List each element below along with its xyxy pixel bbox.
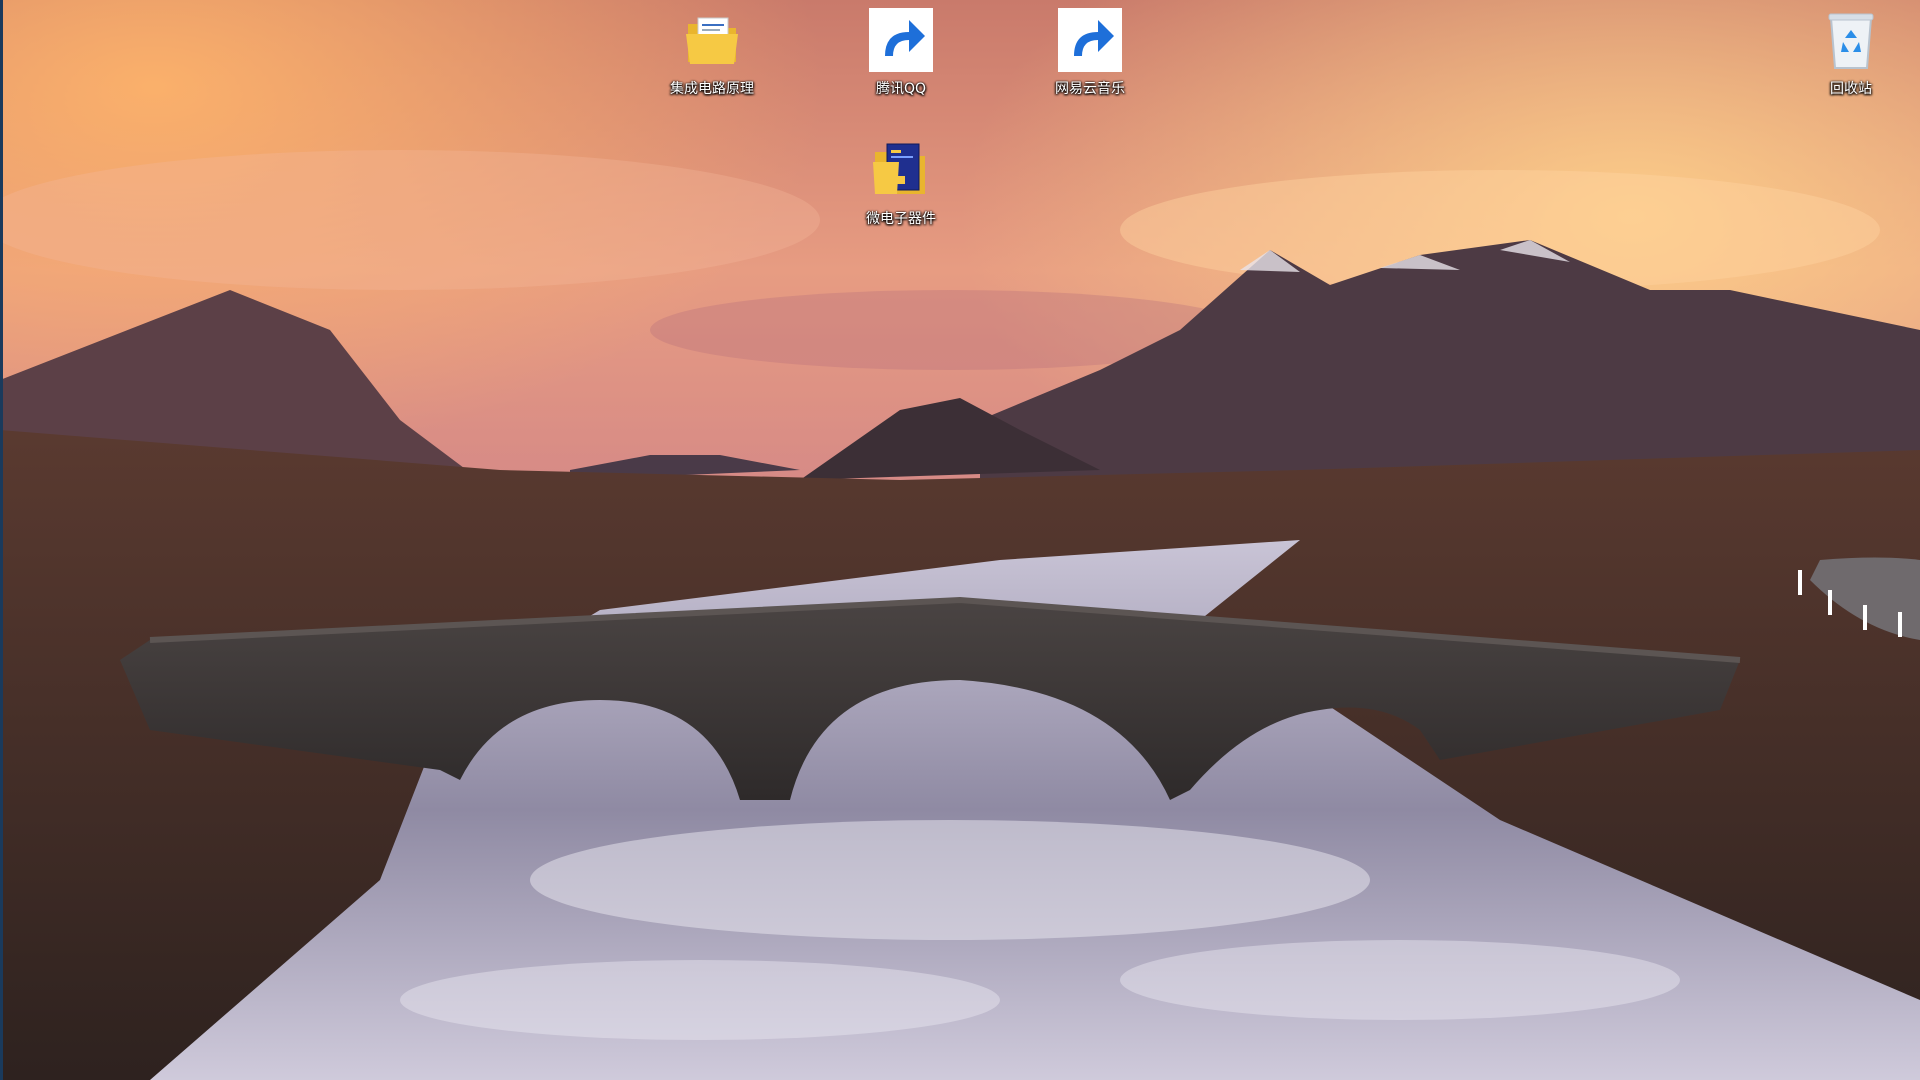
shortcut-arrow-icon [1058, 8, 1122, 72]
desktop-icon-ic-principles-folder[interactable]: 集成电路原理 [660, 8, 764, 112]
icon-label: 腾讯QQ [875, 81, 927, 97]
icon-label: 集成电路原理 [670, 81, 754, 97]
book-folder-icon [869, 138, 933, 202]
desktop-icon-microelectronic-devices[interactable]: 微电子器件 [849, 138, 953, 242]
icon-label: 网易云音乐 [1055, 81, 1125, 97]
netease-music-icon [1058, 8, 1122, 72]
desktop-icon-recycle-bin[interactable]: 回收站 [1799, 8, 1903, 112]
icon-label: 回收站 [1830, 81, 1872, 97]
desktop[interactable]: 集成电路原理 腾讯QQ 网易云音乐 回收站 微电子器件 [0, 0, 1920, 1080]
wallpaper [0, 0, 1920, 1080]
folder-icon [680, 8, 744, 72]
recycle-bin-icon [1819, 8, 1883, 72]
shortcut-arrow-icon [869, 8, 933, 72]
desktop-icon-tencent-qq[interactable]: 腾讯QQ [849, 8, 953, 112]
icon-label: 微电子器件 [866, 211, 936, 227]
left-edge-strip [0, 0, 3, 1080]
desktop-icon-netease-music[interactable]: 网易云音乐 [1038, 8, 1142, 112]
qq-penguin-icon [869, 8, 933, 72]
